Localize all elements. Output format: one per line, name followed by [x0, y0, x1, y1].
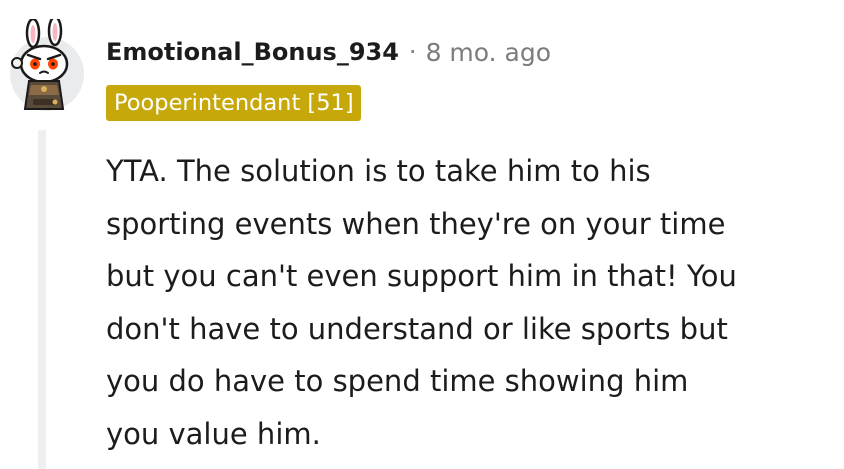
comment: Emotional_Bonus_934 · 8 mo. ago Pooperin… — [0, 0, 844, 469]
author-username[interactable]: Emotional_Bonus_934 — [106, 38, 399, 66]
comment-line: you do have to spend time showing him — [106, 364, 689, 398]
comment-line: sporting events when they're on your tim… — [106, 206, 726, 241]
user-flair: Pooperintendant [51] — [106, 85, 361, 121]
comment-timestamp[interactable]: 8 mo. ago — [426, 38, 551, 67]
user-avatar[interactable] — [9, 19, 85, 115]
comment-line: don't have to understand or like sports … — [106, 311, 728, 346]
thread-line[interactable] — [38, 130, 46, 469]
comment-line: but you can't even support him in that! … — [106, 259, 737, 293]
meta-separator: · — [408, 38, 417, 66]
avatar-head — [19, 44, 69, 84]
comment-line: you value him. — [106, 416, 321, 451]
comment-meta: Emotional_Bonus_934 · 8 mo. ago — [106, 32, 551, 72]
comment-body: YTA. The solution is to take him to his … — [106, 145, 826, 460]
comment-line: YTA. The solution is to take him to his — [106, 154, 651, 188]
